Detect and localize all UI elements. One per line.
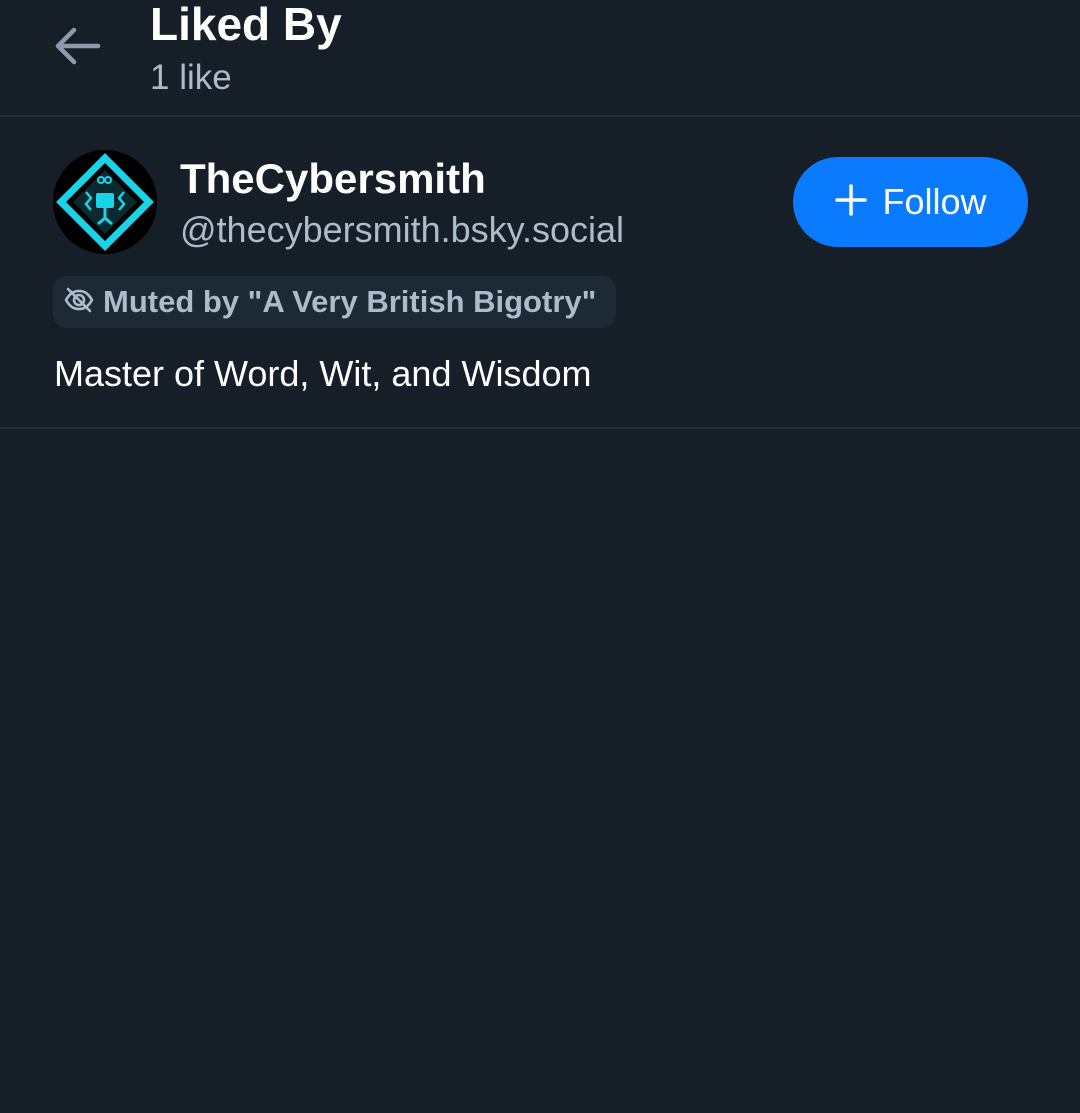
user-bio: Master of Word, Wit, and Wisdom — [54, 353, 592, 394]
page-title: Liked By — [150, 0, 342, 50]
user-list-item[interactable]: TheCybersmith @thecybersmith.bsky.social… — [0, 117, 1080, 429]
back-button[interactable] — [42, 18, 112, 78]
plus-icon — [834, 183, 868, 222]
muted-label: Muted by "A Very British Bigotry" — [103, 284, 597, 319]
follow-button[interactable]: Follow — [793, 157, 1028, 247]
page-header: Liked By 1 like — [0, 0, 1080, 117]
follow-button-label: Follow — [882, 181, 987, 222]
display-name: TheCybersmith — [180, 155, 486, 202]
muted-badge[interactable]: Muted by "A Very British Bigotry" — [53, 276, 617, 328]
user-handle: @thecybersmith.bsky.social — [180, 209, 625, 250]
like-count: 1 like — [150, 58, 232, 97]
avatar[interactable] — [53, 150, 157, 254]
arrow-left-icon — [52, 26, 102, 71]
eye-slash-icon — [63, 284, 95, 321]
